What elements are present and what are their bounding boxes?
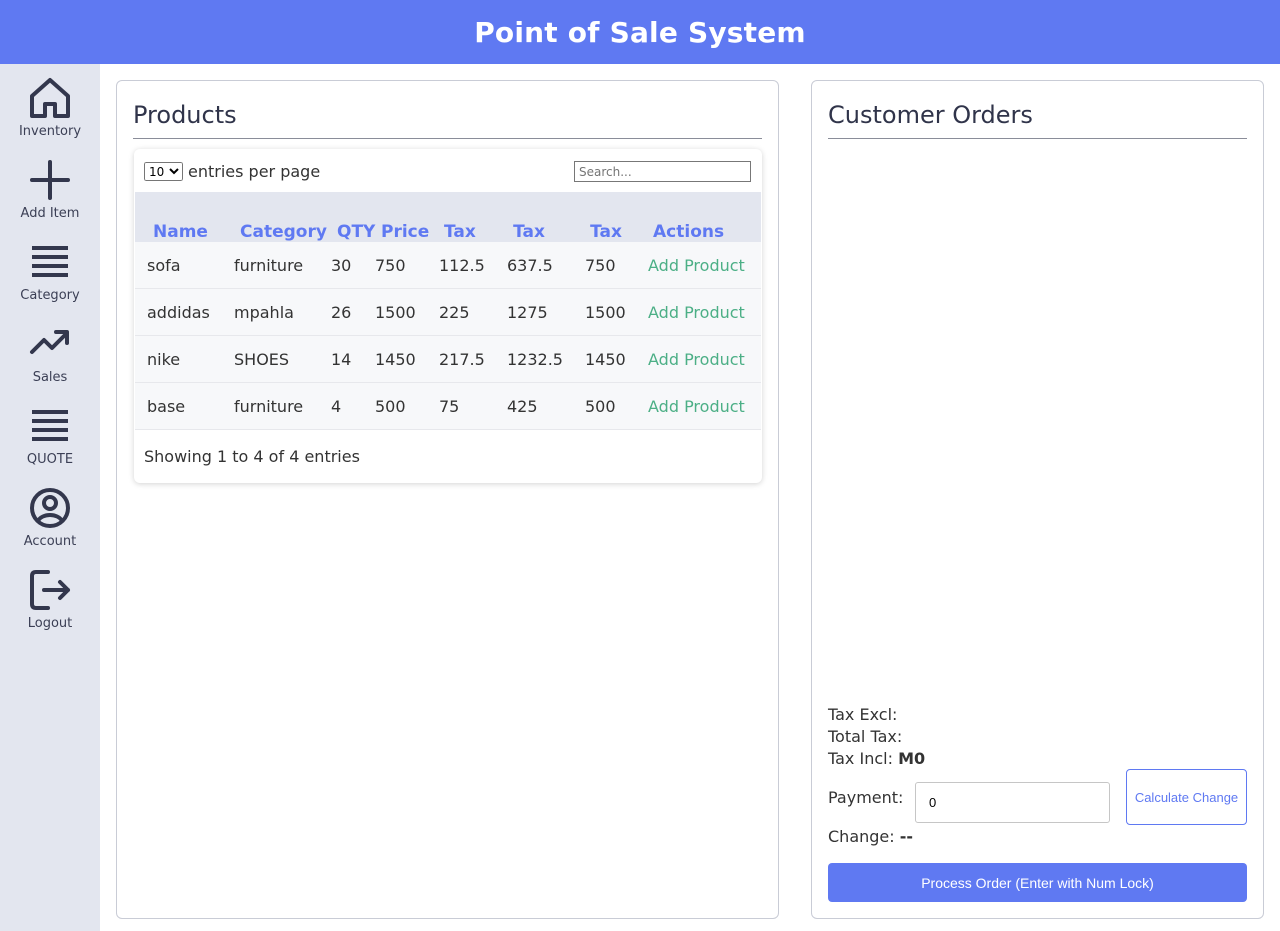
table-row: addidas mpahla 26 1500 225 1275 1500 Add… — [135, 289, 761, 336]
cell-qty: 4 — [331, 397, 342, 416]
change-label: Change: — [828, 827, 895, 846]
cell-price: 750 — [375, 256, 406, 275]
cell-qty: 14 — [331, 350, 352, 369]
column-header-actions: Actions — [653, 222, 725, 242]
search-input[interactable] — [574, 161, 751, 182]
app-title: Point of Sale System — [474, 15, 806, 49]
home-icon — [28, 76, 72, 120]
cell-price: 1450 — [375, 350, 416, 369]
trending-up-icon — [28, 322, 72, 366]
sidebar-item-category[interactable]: Category — [0, 240, 100, 316]
tax-incl-line: Tax Incl: M0 — [828, 749, 925, 768]
cell-tax-incl: 1450 — [585, 350, 626, 369]
add-product-button[interactable]: Add Product — [648, 256, 745, 275]
table-info: Showing 1 to 4 of 4 entries — [144, 447, 360, 466]
sidebar-item-account[interactable]: Account — [0, 486, 100, 562]
table-row: nike SHOES 14 1450 217.5 1232.5 1450 Add… — [135, 336, 761, 383]
total-tax-label: Total Tax: — [828, 727, 903, 746]
tax-incl-value: M0 — [898, 749, 926, 768]
sidebar-item-label: Category — [20, 288, 80, 303]
column-header-price[interactable]: Price — [381, 220, 429, 244]
column-header-name[interactable]: Name — [153, 220, 208, 244]
cell-qty: 26 — [331, 303, 352, 322]
app-header: Point of Sale System — [0, 0, 1280, 64]
cell-tax: 112.5 — [439, 256, 485, 275]
menu-lines-icon — [28, 404, 72, 448]
user-circle-icon — [28, 486, 72, 530]
menu-lines-icon — [28, 240, 72, 284]
column-header-tax[interactable]: Tax — [444, 220, 476, 244]
add-product-button[interactable]: Add Product — [648, 397, 745, 416]
sidebar-item-logout[interactable]: Logout — [0, 568, 100, 644]
sidebar-item-quote[interactable]: QUOTE — [0, 404, 100, 480]
sidebar-item-label: Sales — [32, 370, 68, 385]
process-order-button[interactable]: Process Order (Enter with Num Lock) — [828, 863, 1247, 902]
divider — [133, 138, 762, 139]
cell-name: nike — [147, 350, 181, 369]
payment-input[interactable] — [915, 782, 1110, 823]
cell-tax-excl: 1275 — [507, 303, 548, 322]
cell-tax-excl: 425 — [507, 397, 538, 416]
cell-tax: 225 — [439, 303, 470, 322]
entries-per-page-select[interactable]: 10 — [144, 162, 183, 181]
sidebar: Inventory Add Item Category Sales QUOTE … — [0, 64, 100, 931]
cell-name: base — [147, 397, 186, 416]
cell-tax: 217.5 — [439, 350, 485, 369]
sidebar-item-label: Account — [23, 534, 77, 549]
column-header-category[interactable]: Category — [240, 220, 327, 244]
divider — [828, 138, 1247, 139]
table-header: Name Category QTY Price Tax Tax Excl Tax… — [135, 192, 761, 266]
sidebar-item-label: Logout — [27, 616, 73, 631]
sidebar-item-label: Inventory — [18, 124, 82, 139]
logout-icon — [28, 568, 72, 612]
orders-title: Customer Orders — [828, 101, 1033, 129]
sidebar-item-label: Add Item — [20, 206, 80, 221]
table-row: base furniture 4 500 75 425 500 Add Prod… — [135, 383, 761, 430]
products-title: Products — [133, 101, 237, 129]
cell-tax-excl: 637.5 — [507, 256, 553, 275]
cell-name: addidas — [147, 303, 210, 322]
cell-tax: 75 — [439, 397, 460, 416]
calculate-change-button[interactable]: Calculate Change — [1126, 769, 1247, 825]
cell-tax-incl: 1500 — [585, 303, 626, 322]
cell-tax-incl: 750 — [585, 256, 616, 275]
sidebar-item-sales[interactable]: Sales — [0, 322, 100, 398]
entries-length-control: 10 entries per page — [144, 162, 320, 181]
products-table: Name Category QTY Price Tax Tax Excl Tax… — [135, 192, 761, 430]
cell-category: furniture — [234, 256, 304, 275]
sidebar-item-label: QUOTE — [26, 452, 74, 467]
cell-tax-excl: 1232.5 — [507, 350, 563, 369]
customer-orders-panel: Customer Orders Tax Excl: Total Tax: Tax… — [811, 80, 1264, 919]
payment-label: Payment: — [828, 788, 904, 807]
cell-price: 1500 — [375, 303, 416, 322]
sidebar-item-add-item[interactable]: Add Item — [0, 158, 100, 234]
table-row: sofa furniture 30 750 112.5 637.5 750 Ad… — [135, 242, 761, 289]
add-product-button[interactable]: Add Product — [648, 303, 745, 322]
tax-incl-label: Tax Incl: — [828, 749, 893, 768]
entries-label: entries per page — [188, 162, 321, 181]
cell-tax-incl: 500 — [585, 397, 616, 416]
change-line: Change: -- — [828, 827, 913, 846]
sidebar-item-inventory[interactable]: Inventory — [0, 76, 100, 152]
add-product-button[interactable]: Add Product — [648, 350, 745, 369]
cell-qty: 30 — [331, 256, 352, 275]
cell-price: 500 — [375, 397, 406, 416]
cell-category: mpahla — [234, 303, 294, 322]
products-table-card: 10 entries per page Name Category QTY Pr… — [134, 149, 762, 483]
tax-excl-line: Tax Excl: — [828, 705, 897, 724]
cell-category: SHOES — [234, 350, 290, 369]
plus-icon — [28, 158, 72, 202]
cell-name: sofa — [147, 256, 181, 275]
column-header-qty[interactable]: QTY — [337, 220, 375, 244]
tax-excl-label: Tax Excl: — [828, 705, 898, 724]
change-value: -- — [899, 827, 914, 846]
cell-category: furniture — [234, 397, 304, 416]
products-panel: Products 10 entries per page Name Catego… — [116, 80, 779, 919]
total-tax-line: Total Tax: — [828, 727, 902, 746]
